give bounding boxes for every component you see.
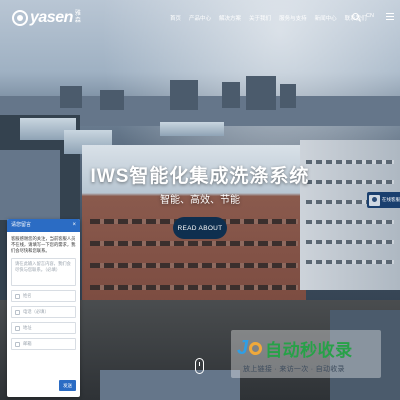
name-field[interactable]: 姓名 bbox=[11, 290, 76, 302]
watermark-logo: J 自动秒收录 bbox=[237, 336, 353, 361]
building bbox=[170, 80, 198, 110]
user-icon bbox=[15, 293, 20, 299]
site-header: yasen 雅森 首页 产品中心 解决方案 关于我们 服务与支持 新闻中心 联系… bbox=[0, 0, 400, 36]
hero-subtitle: 智能、高效、节能 bbox=[160, 195, 240, 206]
building bbox=[60, 86, 82, 108]
email-field[interactable]: 邮箱 bbox=[11, 338, 76, 350]
building bbox=[222, 82, 240, 108]
message-panel-title: 请您留言 bbox=[7, 219, 80, 232]
email-placeholder: 邮箱 bbox=[23, 341, 32, 346]
nav-item-news[interactable]: 新闻中心 bbox=[315, 14, 337, 22]
building bbox=[100, 370, 240, 400]
nav-item-solutions[interactable]: 解决方案 bbox=[219, 14, 241, 22]
phone-icon bbox=[15, 309, 20, 315]
building bbox=[100, 90, 124, 110]
nav-item-home[interactable]: 首页 bbox=[170, 14, 181, 22]
window-row bbox=[306, 240, 394, 244]
building bbox=[246, 76, 276, 110]
hero-title: IWS智能化集成洗涤系统 bbox=[90, 166, 310, 187]
service-avatar-icon bbox=[369, 194, 380, 206]
logo[interactable]: yasen 雅森 bbox=[12, 9, 85, 27]
watermark-slogan: 放上链接 · 来访一次 · 自动收录 bbox=[243, 366, 345, 373]
main-nav: 首页 产品中心 解决方案 关于我们 服务与支持 新闻中心 联系我们 bbox=[170, 14, 375, 22]
read-about-button[interactable]: READ ABOUT bbox=[173, 217, 227, 239]
logo-cn: 雅森 bbox=[74, 11, 81, 24]
watermark-j-icon: J bbox=[237, 337, 249, 359]
online-service-tab[interactable]: 在线客服 bbox=[367, 192, 400, 208]
window-row bbox=[90, 241, 298, 246]
watermark: J 自动秒收录 放上链接 · 来访一次 · 自动收录 bbox=[231, 330, 381, 378]
location-icon bbox=[15, 325, 20, 331]
service-label: 在线客服 bbox=[382, 197, 400, 202]
message-textarea[interactable]: 请在此输入留言内容，我们会尽快与您联系。（必填） bbox=[11, 258, 76, 286]
watermark-ring-icon bbox=[249, 342, 263, 355]
menu-icon[interactable] bbox=[386, 13, 394, 22]
message-intro: 客服感谢您的关注，当前客服人员不在线，请填写一下您的需求，我们会尽快和您联系。 bbox=[11, 236, 76, 253]
address-field[interactable]: 地址 bbox=[11, 322, 76, 334]
logo-text: yasen bbox=[30, 9, 73, 26]
watermark-brand: 自动秒收录 bbox=[265, 341, 353, 360]
window-row bbox=[90, 285, 298, 290]
language-switch[interactable]: CN bbox=[366, 13, 374, 19]
window-row bbox=[306, 260, 394, 264]
address-placeholder: 地址 bbox=[23, 325, 32, 330]
window-row bbox=[306, 220, 394, 224]
mail-icon bbox=[15, 341, 20, 347]
nav-item-about[interactable]: 关于我们 bbox=[249, 14, 271, 22]
building bbox=[280, 84, 296, 108]
send-button[interactable]: 发送 bbox=[59, 380, 76, 391]
phone-placeholder: 电话（必填） bbox=[23, 309, 49, 314]
message-panel: 请您留言 × 客服感谢您的关注，当前客服人员不在线，请填写一下您的需求，我们会尽… bbox=[7, 219, 80, 397]
scroll-indicator-icon[interactable] bbox=[195, 358, 204, 374]
nav-item-products[interactable]: 产品中心 bbox=[189, 14, 211, 22]
close-icon[interactable]: × bbox=[72, 222, 76, 228]
factory-roof bbox=[160, 122, 224, 136]
nav-item-service[interactable]: 服务与支持 bbox=[279, 14, 307, 22]
window-row bbox=[90, 263, 298, 268]
name-placeholder: 姓名 bbox=[23, 293, 32, 298]
phone-field[interactable]: 电话（必填） bbox=[11, 306, 76, 318]
search-icon[interactable] bbox=[352, 13, 359, 20]
logo-icon bbox=[12, 10, 28, 26]
